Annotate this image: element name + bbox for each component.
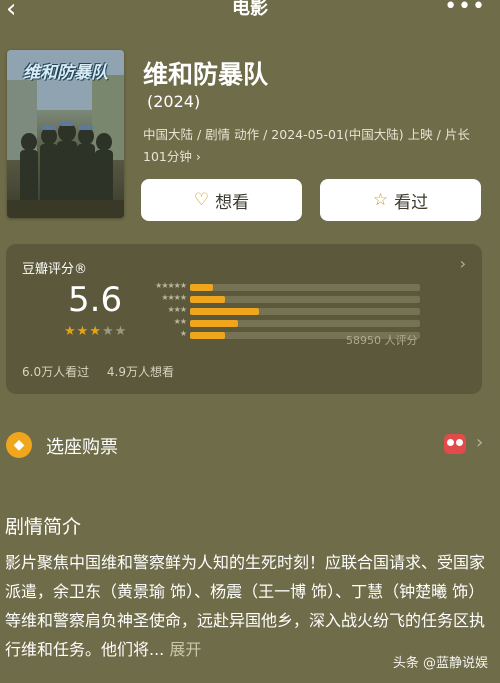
rating-footer: 6.0万人看过 4.9万人想看 bbox=[22, 363, 188, 380]
want-to-watch-label: 想看 bbox=[215, 192, 250, 213]
buy-ticket-label: 选座购票 bbox=[46, 437, 118, 458]
more-options-icon[interactable]: ••• bbox=[444, 0, 486, 19]
distribution-track bbox=[190, 308, 420, 315]
distribution-star-label: ★★★★ bbox=[161, 293, 187, 302]
empty-star-icon: ★ bbox=[114, 324, 128, 339]
heart-plus-icon: ♡ bbox=[193, 190, 210, 210]
douban-rating-card[interactable]: 豆瓣评分® › 5.6 ★★★★★ ★★★★★ ★★★★ ★★★ ★★ ★ 58950 … bbox=[6, 244, 482, 394]
movie-year: (2024) bbox=[147, 92, 201, 111]
empty-star-icon: ★ bbox=[101, 324, 115, 339]
distribution-track bbox=[190, 296, 420, 303]
distribution-bar bbox=[190, 296, 225, 303]
rating-distribution: ★★★★★ ★★★★ ★★★ ★★ ★ bbox=[138, 281, 423, 374]
distribution-track bbox=[190, 284, 420, 291]
distribution-track bbox=[190, 320, 420, 327]
rating-stars: ★★★★★ bbox=[64, 324, 127, 339]
distribution-bar bbox=[190, 308, 259, 315]
distribution-row: ★★★ bbox=[138, 305, 423, 316]
watermark: 头条 @蓝静说娱 bbox=[392, 656, 488, 671]
watched-label: 看过 bbox=[394, 192, 429, 213]
synopsis-body: 影片聚焦中国维和警察鲜为人知的生死时刻！应联合国请求、受国家派遣，余卫东（黄景瑜… bbox=[5, 553, 486, 659]
rating-score: 5.6 bbox=[68, 280, 123, 320]
distribution-star-label: ★★★★★ bbox=[155, 281, 187, 290]
want-to-watch-button[interactable]: ♡ 想看 bbox=[141, 179, 302, 221]
rating-count: 58950 人评分 bbox=[346, 334, 418, 347]
distribution-star-label: ★★★ bbox=[167, 305, 187, 314]
filled-star-icon: ★ bbox=[64, 324, 77, 339]
distribution-row: ★★ bbox=[138, 317, 423, 328]
watched-count: 6.0万人看过 bbox=[22, 365, 90, 379]
filled-star-icon: ★ bbox=[89, 324, 102, 339]
watched-button[interactable]: ☆ 看过 bbox=[320, 179, 481, 221]
distribution-bar bbox=[190, 320, 239, 327]
distribution-row: ★★★★ bbox=[138, 293, 423, 304]
want-count: 4.9万人想看 bbox=[106, 365, 175, 379]
rating-source-label: 豆瓣评分® bbox=[22, 262, 88, 277]
maoyan-logo-icon bbox=[444, 434, 466, 454]
synopsis-heading: 剧情简介 bbox=[5, 516, 82, 538]
synopsis-text: 影片聚焦中国维和警察鲜为人知的生死时刻！应联合国请求、受国家派遣，余卫东（黄景瑜… bbox=[5, 548, 485, 664]
star-icon: ☆ bbox=[372, 190, 389, 210]
distribution-bar bbox=[190, 284, 213, 291]
expand-link[interactable]: 展开 bbox=[169, 640, 201, 659]
movie-meta-info[interactable]: 中国大陆 / 剧情 动作 / 2024-05-01(中国大陆) 上映 / 片长1… bbox=[143, 124, 478, 168]
distribution-star-label: ★ bbox=[179, 329, 187, 338]
chevron-right-icon: › bbox=[459, 254, 466, 273]
page-title: 电影 bbox=[232, 0, 268, 19]
filled-star-icon: ★ bbox=[76, 324, 90, 339]
distribution-bar bbox=[190, 332, 225, 339]
distribution-row: ★★★★★ bbox=[138, 281, 423, 292]
movie-title: 维和防暴队 bbox=[143, 60, 269, 89]
chevron-right-icon: › bbox=[476, 432, 484, 453]
buy-ticket-row[interactable]: ◆ 选座购票 › bbox=[6, 428, 486, 462]
ticket-icon: ◆ bbox=[6, 432, 32, 458]
top-bar: ‹ 电影 ••• bbox=[0, 0, 500, 26]
distribution-star-label: ★★ bbox=[173, 317, 187, 326]
movie-poster[interactable]: 维和防暴队 bbox=[7, 50, 124, 218]
poster-title: 维和防暴队 bbox=[23, 63, 108, 83]
